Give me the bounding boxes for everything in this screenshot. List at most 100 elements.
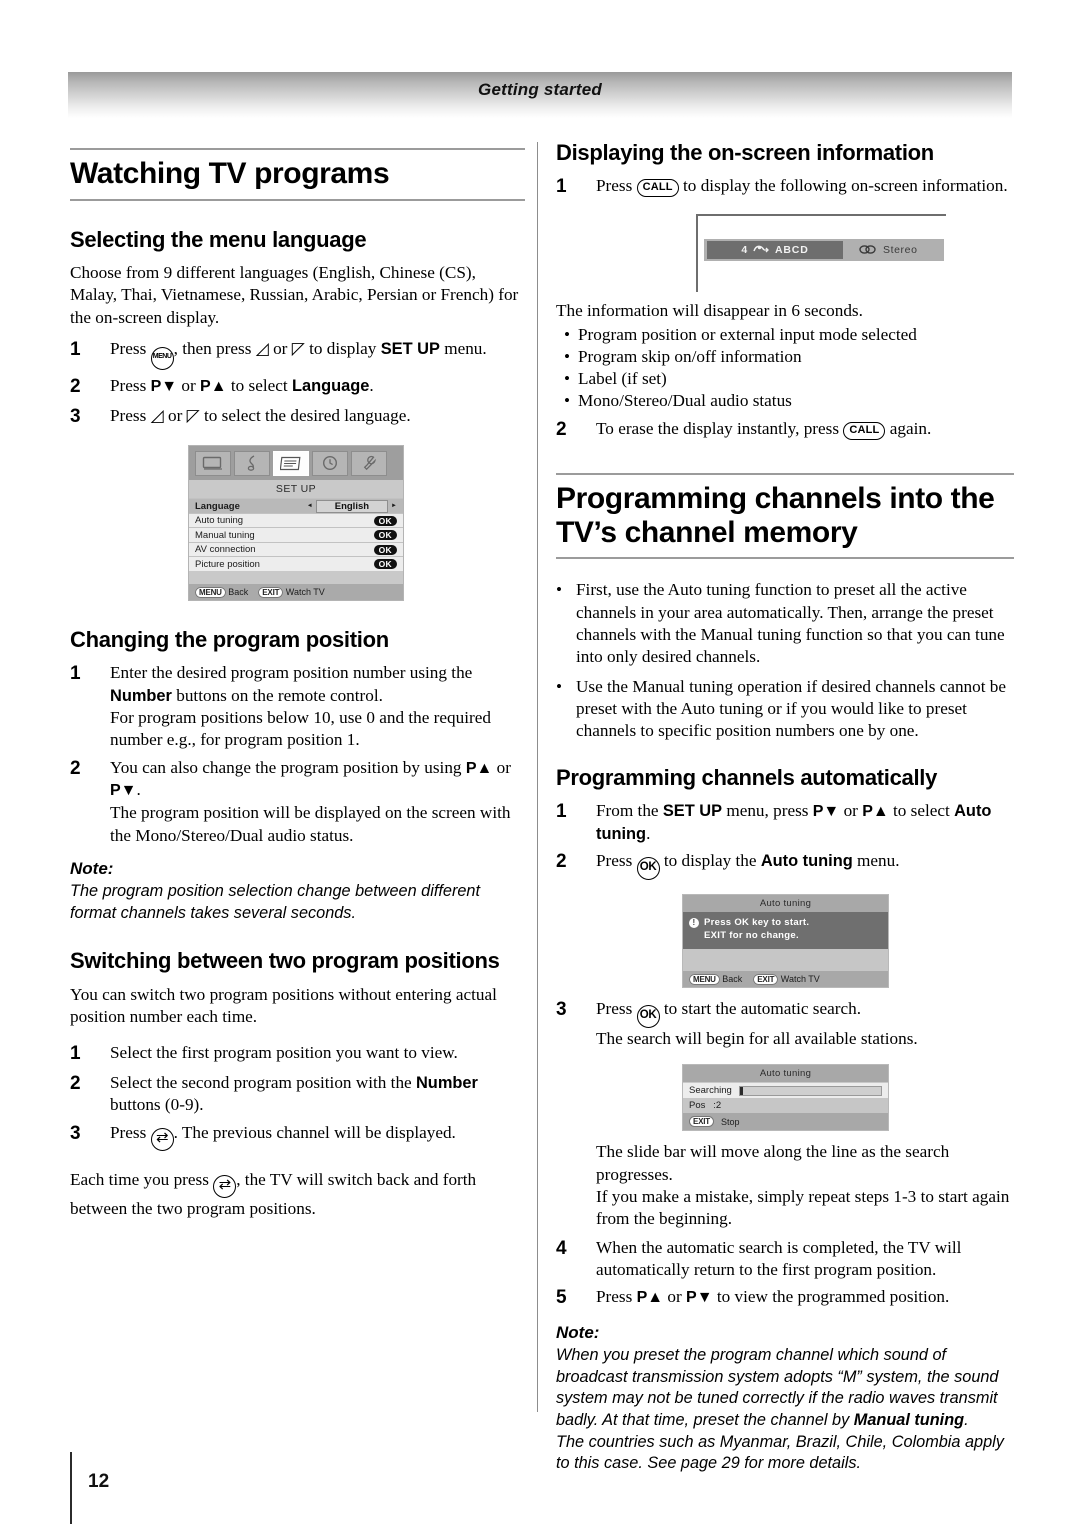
p-down-icon: P▼	[812, 803, 840, 821]
osd-menu-label: Back	[228, 586, 249, 597]
step-line: For program positions below 10, use 0 an…	[110, 707, 491, 750]
manual-tuning-label: Manual tuning	[853, 1411, 965, 1430]
osd-title: Auto tuning	[683, 1065, 888, 1083]
step-text-part: .	[646, 823, 651, 843]
step-text-part: .	[136, 780, 141, 800]
callout-line-horizontal	[696, 213, 946, 216]
number-buttons-label: Number	[415, 1073, 478, 1092]
number-buttons-label: Number	[110, 686, 172, 705]
step-text-part: to select the desired language.	[203, 405, 411, 425]
p-up-icon: P▲	[465, 759, 493, 777]
step-auto-1: 1 From the SET UP menu, press P▼ or P▲ t…	[556, 800, 1014, 845]
step-text-part: Enter the desired program position numbe…	[110, 663, 473, 683]
bullet-icon: •	[563, 347, 571, 367]
step-text: The slide bar will move along the line a…	[596, 1141, 1014, 1230]
step-text-part: or	[667, 1287, 682, 1307]
section-title: Getting started	[478, 80, 602, 99]
menu-key-icon: MENU	[689, 973, 720, 985]
left-column: Watching TV programs Selecting the menu …	[70, 148, 525, 1229]
step-text-part: to select	[893, 801, 950, 821]
osd-info-program: 4 ABCD	[707, 240, 843, 259]
call-key-icon: CALL	[843, 421, 886, 440]
ok-badge: OK	[373, 544, 397, 555]
step-text: Press ◿ or ◸ to select the desired langu…	[110, 405, 525, 430]
info-bullet-1: • Program position or external input mod…	[556, 324, 1014, 346]
step-auto-3: 3 Press OK to start the automatic search…	[556, 998, 1014, 1050]
step-number: 3	[70, 1122, 81, 1144]
step-text-part: or	[167, 405, 183, 425]
ok-badge: OK	[373, 559, 397, 570]
info-disappear-text: The information will disappear in 6 seco…	[556, 300, 863, 320]
osd-menu-hint: MENU Back	[689, 973, 742, 985]
osd-exit-hint: EXIT Watch TV	[258, 586, 325, 598]
osd-info-bar: 4 ABCD Stereo	[704, 238, 944, 261]
auto-tuning-label: Auto tuning	[760, 852, 853, 871]
step-text: Press CALL to display the following on-s…	[596, 175, 1014, 200]
step-line: The slide bar will move along the line a…	[596, 1142, 950, 1184]
bullet-text: Program skip on/off information	[578, 347, 802, 367]
skip-off-icon	[753, 244, 770, 256]
step-number: 5	[556, 1287, 567, 1309]
step-auto-5: 5 Press P▲ or P▼ to view the programmed …	[556, 1286, 1014, 1311]
step-text-part: to display the following on-screen infor…	[683, 176, 1008, 196]
note-label: Note:	[70, 858, 114, 878]
step-text-part: to display the	[663, 851, 757, 871]
step-line: You can also change the program position…	[110, 757, 525, 803]
step-line: The search will begin for all available …	[596, 1028, 918, 1048]
osd-footer: MENU Back EXIT Watch TV	[683, 970, 888, 987]
osd-searching-row: Searching	[683, 1082, 888, 1099]
step-number: 1	[556, 176, 567, 198]
step-text-part: to display	[309, 338, 377, 358]
p-up-icon: P▲	[862, 803, 889, 821]
bullet-icon: •	[563, 391, 571, 411]
step-changing-2: 2 You can also change the program positi…	[70, 757, 525, 847]
ok-badge: OK	[373, 515, 397, 526]
bullet-icon: •	[556, 580, 563, 600]
step-text-part: or	[273, 338, 288, 358]
bullet-text: Mono/Stereo/Dual audio status	[578, 391, 792, 411]
sound-icon	[234, 450, 270, 476]
step-text-part: .	[369, 375, 374, 395]
heading-selecting-menu-language: Selecting the menu language	[70, 226, 367, 252]
setup-menu-label: SET UP	[380, 339, 440, 358]
bullet-icon: •	[563, 369, 571, 389]
step-select-1: 1 Press MENU, then press ◿ or ◸ to displ…	[70, 338, 525, 370]
step-text: Press OK to start the automatic search. …	[596, 998, 1014, 1050]
step-text-part: to select	[230, 375, 288, 395]
heading-line-1: Programming channels into the	[556, 482, 995, 516]
step-text: Press P▲ or P▼ to view the programmed po…	[596, 1286, 1014, 1311]
timer-icon	[312, 450, 348, 476]
pos-label: Pos	[689, 1100, 706, 1112]
exit-key-icon: EXIT	[689, 1116, 714, 1128]
osd-row-picture-position: Picture position OK	[189, 556, 403, 571]
info-bullet-3: • Label (if set)	[556, 368, 1014, 390]
heading-changing-program-position: Changing the program position	[70, 626, 389, 652]
step-text-part: or	[496, 757, 511, 777]
ok-key-icon: OK	[636, 857, 660, 881]
osd-row-label: Language	[195, 500, 240, 512]
osd-row-auto-tuning: Auto tuning OK	[189, 512, 403, 528]
p-down-icon: P▼	[686, 1289, 713, 1307]
step-changing-1: 1 Enter the desired program position num…	[70, 662, 525, 751]
note-text-continued: The countries such as Myanmar, Brazil, C…	[556, 1432, 1004, 1473]
heading-displaying-onscreen-info: Displaying the on-screen information	[556, 140, 934, 165]
osd-row-language: Language ◄ English ►	[189, 498, 403, 513]
osd-message-line1: Press OK key to start.	[704, 917, 810, 929]
step-number-placeholder	[556, 1141, 596, 1230]
note-text: The program position selection change be…	[70, 881, 480, 922]
osd-spacer	[683, 948, 888, 971]
osd-exit-label: Stop	[720, 1116, 740, 1127]
selecting-intro: Choose from 9 different languages (Engli…	[70, 262, 519, 327]
audio-mode: Stereo	[883, 243, 918, 256]
auto-tuning-searching-screenshot: Auto tuning Searching Pos :2 EXIT Stop	[682, 1064, 889, 1132]
step-number: 2	[556, 419, 567, 441]
step-number: 2	[70, 757, 81, 779]
feature-icon	[351, 450, 387, 476]
arrow-left-icon: ◄	[306, 503, 313, 510]
osd-footer: MENU Back EXIT Watch TV	[189, 583, 403, 600]
p-down-icon: P▼	[150, 377, 178, 395]
step-auto-4: 4 When the automatic search is completed…	[556, 1237, 1014, 1282]
arrow-right-icon: ►	[391, 503, 397, 510]
step-displaying-1: 1 Press CALL to display the following on…	[556, 175, 1014, 200]
step-text-part: From the	[596, 801, 659, 821]
